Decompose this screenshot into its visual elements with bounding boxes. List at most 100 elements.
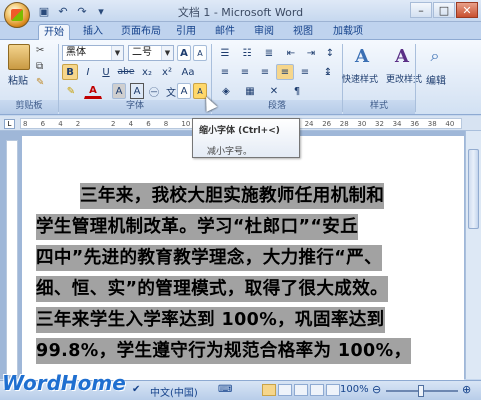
editing-button[interactable]: 编辑 — [420, 72, 452, 87]
ruler-number: 38 — [427, 120, 437, 128]
window-title: 文档 1 - Microsoft Word — [177, 6, 304, 19]
align-center-icon[interactable]: ≡ — [236, 64, 254, 80]
tab-addins[interactable]: 加载项 — [328, 24, 368, 40]
align-left-icon[interactable]: ≡ — [216, 64, 234, 80]
ruler-number: 8 — [23, 120, 28, 128]
outline-view-icon[interactable] — [310, 384, 324, 396]
font-size-select[interactable]: 二号 ▼ — [128, 45, 174, 61]
cut-icon[interactable]: ✂ — [36, 45, 44, 56]
font-name-select[interactable]: 黑体 ▼ — [62, 45, 124, 61]
justify-icon[interactable]: ≡ — [276, 64, 294, 80]
chevron-down-icon: ▼ — [111, 46, 123, 60]
char-border-button[interactable]: A — [130, 83, 144, 99]
borders-icon[interactable]: ▦ — [240, 83, 260, 99]
ribbon: 粘贴 ✂ ⧉ ✎ 剪贴板 黑体 ▼ 二号 ▼ A A B I U abe x₂ x²… — [0, 40, 481, 115]
ruler-number: 8 — [163, 120, 169, 128]
office-button[interactable] — [4, 2, 30, 28]
text-color-button[interactable]: A — [84, 83, 102, 99]
scrollbar-thumb[interactable] — [468, 149, 479, 229]
underline-button[interactable]: U — [98, 64, 114, 80]
close-button[interactable]: ✕ — [456, 2, 478, 18]
numbering-icon[interactable]: ☷ — [238, 45, 256, 61]
tab-home[interactable]: 开始 — [38, 24, 70, 40]
subscript-button[interactable]: x₂ — [138, 64, 156, 80]
sort-icon[interactable]: ↕ — [322, 45, 338, 61]
show-marks-icon[interactable]: ¶ — [288, 83, 306, 99]
ruler-number: 2 — [111, 120, 116, 128]
ruler-number: 4 — [58, 120, 63, 128]
text-line: 三年来学生入学率达到 100%，巩固率达到 — [36, 307, 385, 333]
tooltip: 缩小字体 (Ctrl+<) 减小字号。 — [192, 118, 300, 158]
minimize-button[interactable]: – — [410, 2, 432, 18]
distributed-icon[interactable]: ≡ — [296, 64, 314, 80]
zoom-slider[interactable] — [386, 385, 458, 397]
grow-font-button[interactable]: A — [177, 45, 191, 61]
italic-button[interactable]: I — [80, 64, 96, 80]
ruler-number: 6 — [40, 120, 46, 128]
zoom-in-icon[interactable]: ⊕ — [462, 383, 471, 396]
increase-indent-icon[interactable]: ⇥ — [302, 45, 320, 61]
text-line: 学生管理机制改革。学习“杜郎口”“安丘 — [36, 214, 359, 240]
line-spacing-icon[interactable]: ↨ — [318, 64, 338, 80]
text-line: 四中”先进的教育教学理念，大力推行“严、 — [36, 245, 383, 271]
grow-font-bottom-button[interactable]: A — [177, 83, 191, 99]
chinese-layout-icon[interactable]: ✕ — [264, 83, 284, 99]
ruler-number: 32 — [375, 120, 384, 128]
change-styles-icon[interactable]: A — [388, 44, 416, 70]
tab-references[interactable]: 引用 — [172, 24, 200, 40]
shading-icon[interactable]: ◈ — [216, 83, 236, 99]
print-layout-view-icon[interactable] — [262, 384, 276, 396]
tab-insert[interactable]: 插入 — [78, 24, 108, 40]
strikethrough-button[interactable]: abe — [116, 64, 136, 80]
tab-page-layout[interactable]: 页面布局 — [117, 24, 165, 40]
paragraph-group-label: 段落 — [212, 100, 342, 114]
zoom-out-icon[interactable]: ⊖ — [372, 383, 381, 396]
bold-button[interactable]: B — [62, 64, 78, 80]
ruler-number: 36 — [410, 120, 420, 128]
text-line: 99.8%，学生遵守行为规范合格率为 100%， — [36, 338, 412, 364]
web-layout-view-icon[interactable] — [294, 384, 308, 396]
format-painter-icon[interactable]: ✎ — [36, 77, 44, 88]
font-name-value: 黑体 — [66, 47, 86, 58]
change-case-icon[interactable]: Aa — [180, 64, 196, 80]
char-shading-button[interactable]: A — [112, 83, 126, 99]
text-line: 三年来，我校大胆实施教师任用机制和 — [80, 183, 385, 209]
vertical-scrollbar[interactable] — [465, 131, 481, 379]
copy-icon[interactable]: ⧉ — [36, 61, 43, 72]
highlight-icon[interactable]: ✎ — [62, 83, 80, 99]
ruler-number: 26 — [322, 120, 332, 128]
zoom-slider-thumb[interactable] — [418, 385, 424, 397]
ruler-number: 6 — [146, 120, 151, 128]
ruler-number: 4 — [128, 120, 134, 128]
maximize-button[interactable]: □ — [433, 2, 455, 18]
tab-view[interactable]: 视图 — [289, 24, 317, 40]
watermark-logo: WordHome — [2, 371, 126, 395]
paste-button[interactable]: 粘贴 — [8, 72, 28, 87]
paste-icon[interactable] — [8, 44, 30, 70]
enclose-char-icon[interactable]: ㊀ — [147, 83, 161, 99]
multilevel-list-icon[interactable]: ≣ — [260, 45, 278, 61]
ruler-number: 30 — [357, 120, 367, 128]
decrease-indent-icon[interactable]: ⇤ — [282, 45, 300, 61]
insert-mode-icon[interactable]: ⌨ — [218, 384, 232, 395]
editing-icon[interactable]: ⌕ — [424, 46, 446, 68]
language-indicator[interactable]: 中文(中国) — [150, 384, 198, 399]
ribbon-tabs: 开始 插入 页面布局 引用 邮件 审阅 视图 加载项 — [0, 22, 481, 40]
title-bar: ▣ ↶ ↷ ▾ 文档 1 - Microsoft Word – □ ✕ — [0, 0, 481, 28]
tab-review[interactable]: 审阅 — [250, 24, 278, 40]
quick-styles-button[interactable]: 快速样式 — [338, 72, 382, 85]
bullets-icon[interactable]: ☰ — [216, 45, 234, 61]
quick-styles-icon[interactable]: A — [348, 44, 376, 70]
full-screen-view-icon[interactable] — [278, 384, 292, 396]
spellcheck-icon[interactable]: ✔ — [132, 384, 140, 395]
tooltip-title: 缩小字体 (Ctrl+<) — [199, 126, 280, 136]
styles-group-label: 样式 — [343, 100, 415, 114]
tab-selector-icon[interactable]: L — [4, 119, 15, 129]
zoom-level[interactable]: 100% — [340, 384, 369, 395]
phonetic-guide-icon[interactable]: 文 — [164, 83, 178, 99]
shrink-font-top-button[interactable]: A — [193, 45, 207, 61]
draft-view-icon[interactable] — [326, 384, 340, 396]
align-right-icon[interactable]: ≡ — [256, 64, 274, 80]
superscript-button[interactable]: x² — [158, 64, 176, 80]
tab-mailings[interactable]: 邮件 — [211, 24, 239, 40]
